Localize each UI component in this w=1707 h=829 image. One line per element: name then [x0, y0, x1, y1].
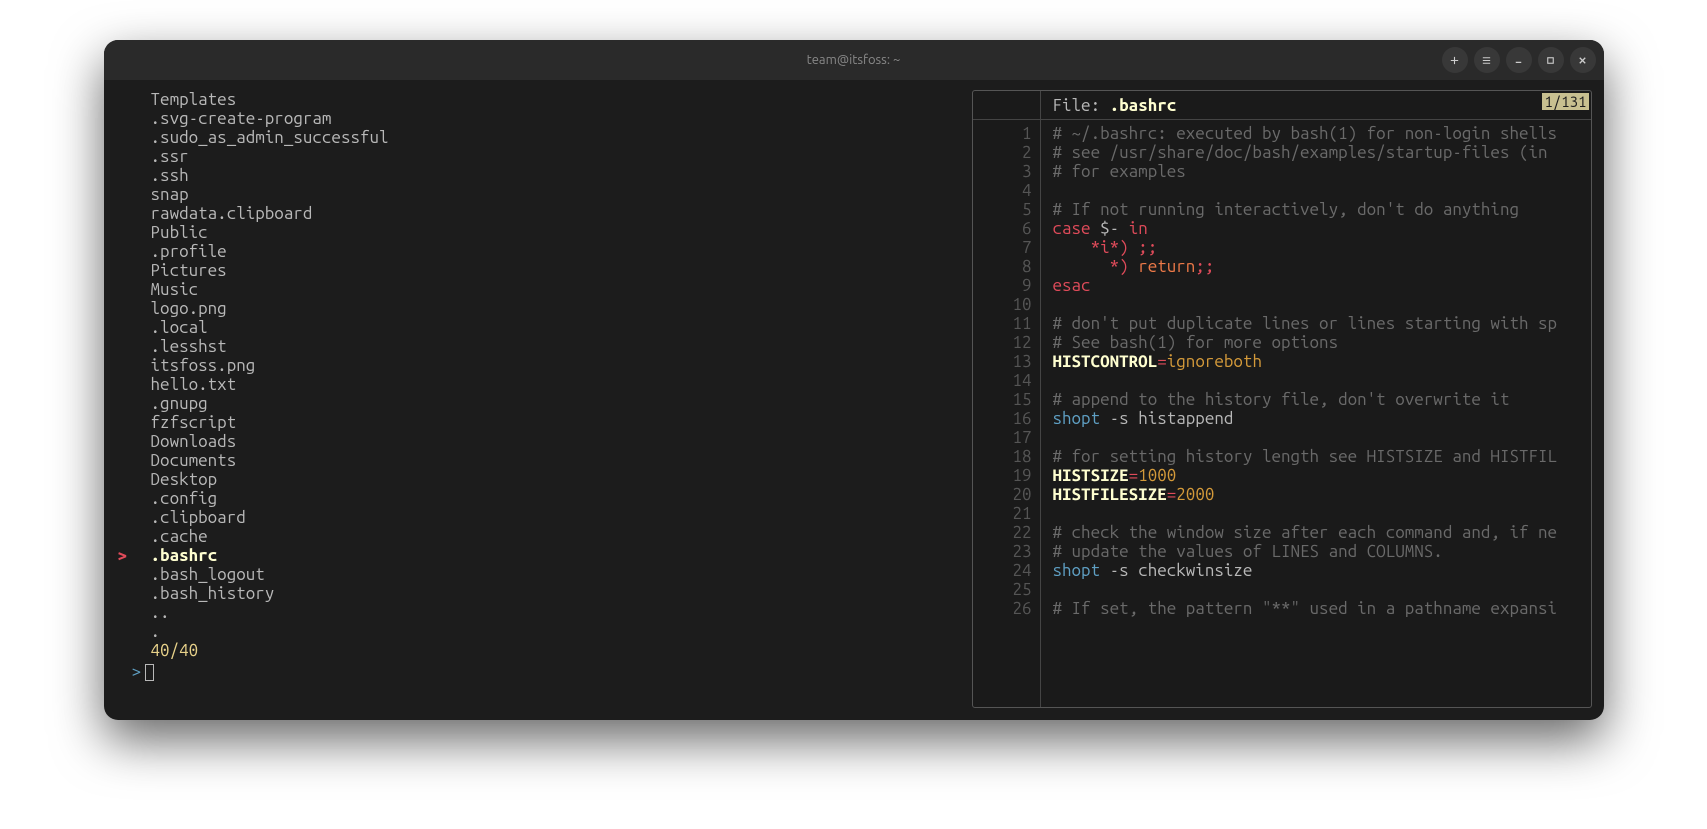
list-item[interactable]: Downloads: [132, 432, 972, 451]
minimize-button[interactable]: [1506, 47, 1532, 73]
list-item[interactable]: ..: [132, 603, 972, 622]
list-item[interactable]: Desktop: [132, 470, 972, 489]
menu-button[interactable]: [1474, 47, 1500, 73]
cursor-icon: [145, 664, 154, 681]
code-line: HISTSIZE=1000: [1053, 466, 1558, 485]
list-item[interactable]: .config: [132, 489, 972, 508]
code-line: shopt -s histappend: [1053, 409, 1558, 428]
preview-body[interactable]: 1234567891011121314151617181920212223242…: [973, 120, 1591, 707]
selection-pointer-icon: >: [118, 546, 128, 565]
list-item[interactable]: Music: [132, 280, 972, 299]
file-label-text: File:: [1053, 96, 1101, 115]
window-title: team@itsfoss: ~: [807, 53, 901, 67]
code-line: [1053, 504, 1558, 523]
list-item[interactable]: .lesshst: [132, 337, 972, 356]
list-item[interactable]: Documents: [132, 451, 972, 470]
list-item[interactable]: rawdata.clipboard: [132, 204, 972, 223]
code-line: case $- in: [1053, 219, 1558, 238]
code-line: # see /usr/share/doc/bash/examples/start…: [1053, 143, 1558, 162]
code-line: HISTFILESIZE=2000: [1053, 485, 1558, 504]
code-line: # append to the history file, don't over…: [1053, 390, 1558, 409]
list-item[interactable]: .local: [132, 318, 972, 337]
result-counter: 40/40: [132, 641, 972, 660]
fzf-prompt[interactable]: >: [132, 662, 972, 681]
terminal-content: Templates .svg-create-program .sudo_as_a…: [104, 80, 1604, 720]
maximize-button[interactable]: [1538, 47, 1564, 73]
list-item[interactable]: itsfoss.png: [132, 356, 972, 375]
list-item[interactable]: .ssh: [132, 166, 972, 185]
code-line: [1053, 580, 1558, 599]
titlebar: team@itsfoss: ~: [104, 40, 1604, 80]
code-line: [1053, 428, 1558, 447]
preview-filename: .bashrc: [1110, 96, 1177, 115]
list-item[interactable]: .profile: [132, 242, 972, 261]
list-item[interactable]: .sudo_as_admin_successful: [132, 128, 972, 147]
list-item[interactable]: Public: [132, 223, 972, 242]
preview-file-label: File: .bashrc: [1041, 92, 1189, 119]
list-item[interactable]: Pictures: [132, 261, 972, 280]
list-item[interactable]: Templates: [132, 90, 972, 109]
list-item[interactable]: logo.png: [132, 299, 972, 318]
preview-pane: 1/131 File: .bashrc 12345678910111213141…: [972, 90, 1592, 708]
list-item[interactable]: .ssr: [132, 147, 972, 166]
preview-position-badge: 1/131: [1542, 93, 1588, 110]
code-line: # If not running interactively, don't do…: [1053, 200, 1558, 219]
code-line: *) return;;: [1053, 257, 1558, 276]
code-line: HISTCONTROL=ignoreboth: [1053, 352, 1558, 371]
code-line: # If set, the pattern "**" used in a pat…: [1053, 599, 1558, 618]
new-tab-button[interactable]: [1442, 47, 1468, 73]
code-line: # See bash(1) for more options: [1053, 333, 1558, 352]
preview-header: File: .bashrc: [973, 91, 1591, 120]
close-button[interactable]: [1570, 47, 1596, 73]
terminal-window: team@itsfoss: ~ Templates .svg-create-pr…: [104, 40, 1604, 720]
list-item[interactable]: .cache: [132, 527, 972, 546]
code-line: # check the window size after each comma…: [1053, 523, 1558, 542]
code-line: [1053, 181, 1558, 200]
code-line: esac: [1053, 276, 1558, 295]
code-line: # for examples: [1053, 162, 1558, 181]
line-numbers: 1234567891011121314151617181920212223242…: [973, 120, 1041, 707]
list-item[interactable]: > .bashrc: [132, 546, 972, 565]
code-line: [1053, 295, 1558, 314]
list-item[interactable]: .: [132, 622, 972, 641]
list-item[interactable]: .clipboard: [132, 508, 972, 527]
list-item[interactable]: .gnupg: [132, 394, 972, 413]
code-line: # for setting history length see HISTSIZ…: [1053, 447, 1558, 466]
list-item[interactable]: .svg-create-program: [132, 109, 972, 128]
code-line: # ~/.bashrc: executed by bash(1) for non…: [1053, 124, 1558, 143]
window-controls: [1442, 47, 1596, 73]
code-line: shopt -s checkwinsize: [1053, 561, 1558, 580]
list-item[interactable]: .bash_logout: [132, 565, 972, 584]
code-line: # update the values of LINES and COLUMNS…: [1053, 542, 1558, 561]
code-line: *i*) ;;: [1053, 238, 1558, 257]
gutter-header: [973, 91, 1041, 119]
list-item[interactable]: fzfscript: [132, 413, 972, 432]
code-content: # ~/.bashrc: executed by bash(1) for non…: [1041, 120, 1558, 707]
list-item[interactable]: hello.txt: [132, 375, 972, 394]
code-line: [1053, 371, 1558, 390]
code-line: # don't put duplicate lines or lines sta…: [1053, 314, 1558, 333]
list-item[interactable]: snap: [132, 185, 972, 204]
fzf-file-list[interactable]: Templates .svg-create-program .sudo_as_a…: [118, 90, 972, 708]
list-item[interactable]: .bash_history: [132, 584, 972, 603]
